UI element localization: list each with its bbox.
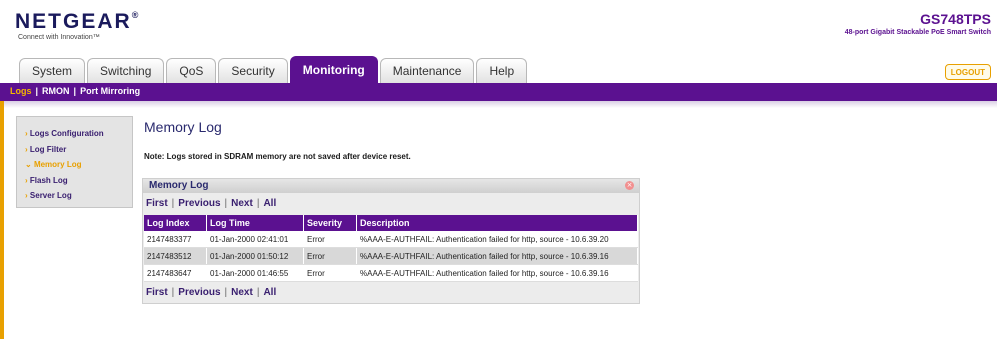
first-link[interactable]: First <box>146 287 168 298</box>
tab-switching[interactable]: Switching <box>87 58 165 83</box>
severity-cell: Error <box>303 231 357 248</box>
table-row: 2147483647 01-Jan-2000 01:46:55 Error %A… <box>144 264 638 282</box>
subnav-separator: | <box>35 86 39 96</box>
pager-separator: | <box>171 287 175 298</box>
first-link[interactable]: First <box>146 198 168 209</box>
sidebar-item-logs-configuration[interactable]: › Logs Configuration <box>25 126 132 142</box>
log-time-cell: 01-Jan-2000 01:46:55 <box>206 264 304 282</box>
all-link[interactable]: All <box>263 287 276 298</box>
pager-separator: | <box>224 198 228 209</box>
reset-note: Note: Logs stored in SDRAM memory are no… <box>144 152 411 161</box>
log-index-cell: 2147483647 <box>144 264 207 282</box>
sidebar-item-server-log[interactable]: › Server Log <box>25 188 132 204</box>
log-time-cell: 01-Jan-2000 01:50:12 <box>206 247 304 265</box>
brand-name: NETGEAR <box>15 10 132 33</box>
pager-separator: | <box>171 198 175 209</box>
tab-maintenance[interactable]: Maintenance <box>379 58 475 83</box>
table-row: 2147483512 01-Jan-2000 01:50:12 Error %A… <box>144 247 638 265</box>
subnav-rmon[interactable]: RMON <box>42 86 70 96</box>
product-description: 48-port Gigabit Stackable PoE Smart Swit… <box>844 29 991 36</box>
sub-navigation: Logs | RMON | Port Mirroring <box>10 86 140 96</box>
severity-cell: Error <box>303 264 357 282</box>
tab-system[interactable]: System <box>19 58 86 83</box>
memory-log-panel: Memory Log × First | Previous | Next | A… <box>142 178 640 304</box>
next-link[interactable]: Next <box>231 287 253 298</box>
main-tabs: System Switching QoS Security Monitoring… <box>19 56 528 84</box>
tab-security[interactable]: Security <box>218 58 288 83</box>
product-name: GS748TPS <box>920 11 991 27</box>
description-cell: %AAA-E-AUTHFAIL: Authentication failed f… <box>356 264 638 282</box>
column-header-log-time: Log Time <box>206 215 304 231</box>
netgear-logo: NETGEAR® <box>15 10 140 34</box>
sub-navigation-bar <box>0 83 997 101</box>
next-link[interactable]: Next <box>231 198 253 209</box>
close-icon[interactable]: × <box>625 181 634 190</box>
pager-separator: | <box>224 287 228 298</box>
brand-mark: ® <box>131 10 141 20</box>
side-menu: › Logs Configuration › Log Filter ⌄ Memo… <box>16 116 133 208</box>
subnav-port-mirroring[interactable]: Port Mirroring <box>80 86 140 96</box>
column-header-log-index: Log Index <box>144 215 207 231</box>
chevron-right-icon: › <box>25 175 28 185</box>
pager-separator: | <box>256 198 260 209</box>
subnav-separator: | <box>73 86 77 96</box>
nav-shadow <box>0 101 997 108</box>
brand-tagline: Connect with Innovation™ <box>18 34 100 41</box>
pager-top: First | Previous | Next | All <box>146 198 276 209</box>
tab-monitoring[interactable]: Monitoring <box>289 56 378 83</box>
logout-button[interactable]: LOGOUT <box>944 64 991 80</box>
previous-link[interactable]: Previous <box>178 287 220 298</box>
subnav-logs[interactable]: Logs <box>10 86 32 96</box>
page-title: Memory Log <box>144 119 222 135</box>
log-index-cell: 2147483512 <box>144 247 207 265</box>
panel-header: Memory Log × <box>143 179 639 193</box>
pager-bottom: First | Previous | Next | All <box>146 287 276 298</box>
chevron-right-icon: › <box>25 129 28 138</box>
memory-log-table: Log Index Log Time Severity Description … <box>144 215 638 282</box>
sidebar-item-label: Flash Log <box>29 175 68 185</box>
previous-link[interactable]: Previous <box>178 198 220 209</box>
sidebar-item-memory-log[interactable]: ⌄ Memory Log <box>25 157 132 173</box>
sidebar-item-log-filter[interactable]: › Log Filter <box>25 142 132 158</box>
chevron-down-icon: ⌄ <box>25 160 32 169</box>
sidebar-item-label: Log Filter <box>29 144 67 154</box>
sidebar-item-flash-log[interactable]: › Flash Log <box>25 173 132 189</box>
table-row: 2147483377 01-Jan-2000 02:41:01 Error %A… <box>144 231 638 248</box>
description-cell: %AAA-E-AUTHFAIL: Authentication failed f… <box>356 247 638 265</box>
panel-title: Memory Log <box>149 180 209 191</box>
chevron-right-icon: › <box>25 191 28 200</box>
severity-cell: Error <box>303 247 357 265</box>
sidebar-item-label: Logs Configuration <box>29 129 104 138</box>
pager-separator: | <box>256 287 260 298</box>
tab-help[interactable]: Help <box>476 58 528 83</box>
chevron-right-icon: › <box>25 144 28 154</box>
column-header-description: Description <box>356 215 638 231</box>
description-cell: %AAA-E-AUTHFAIL: Authentication failed f… <box>356 231 638 248</box>
tab-qos[interactable]: QoS <box>166 58 217 83</box>
column-header-severity: Severity <box>303 215 357 231</box>
log-time-cell: 01-Jan-2000 02:41:01 <box>206 231 304 248</box>
table-header-row: Log Index Log Time Severity Description <box>144 215 638 231</box>
sidebar-item-label: Server Log <box>29 191 72 200</box>
log-index-cell: 2147483377 <box>144 231 207 248</box>
sidebar-item-label: Memory Log <box>33 160 82 169</box>
all-link[interactable]: All <box>263 198 276 209</box>
left-accent-bar <box>0 101 4 339</box>
